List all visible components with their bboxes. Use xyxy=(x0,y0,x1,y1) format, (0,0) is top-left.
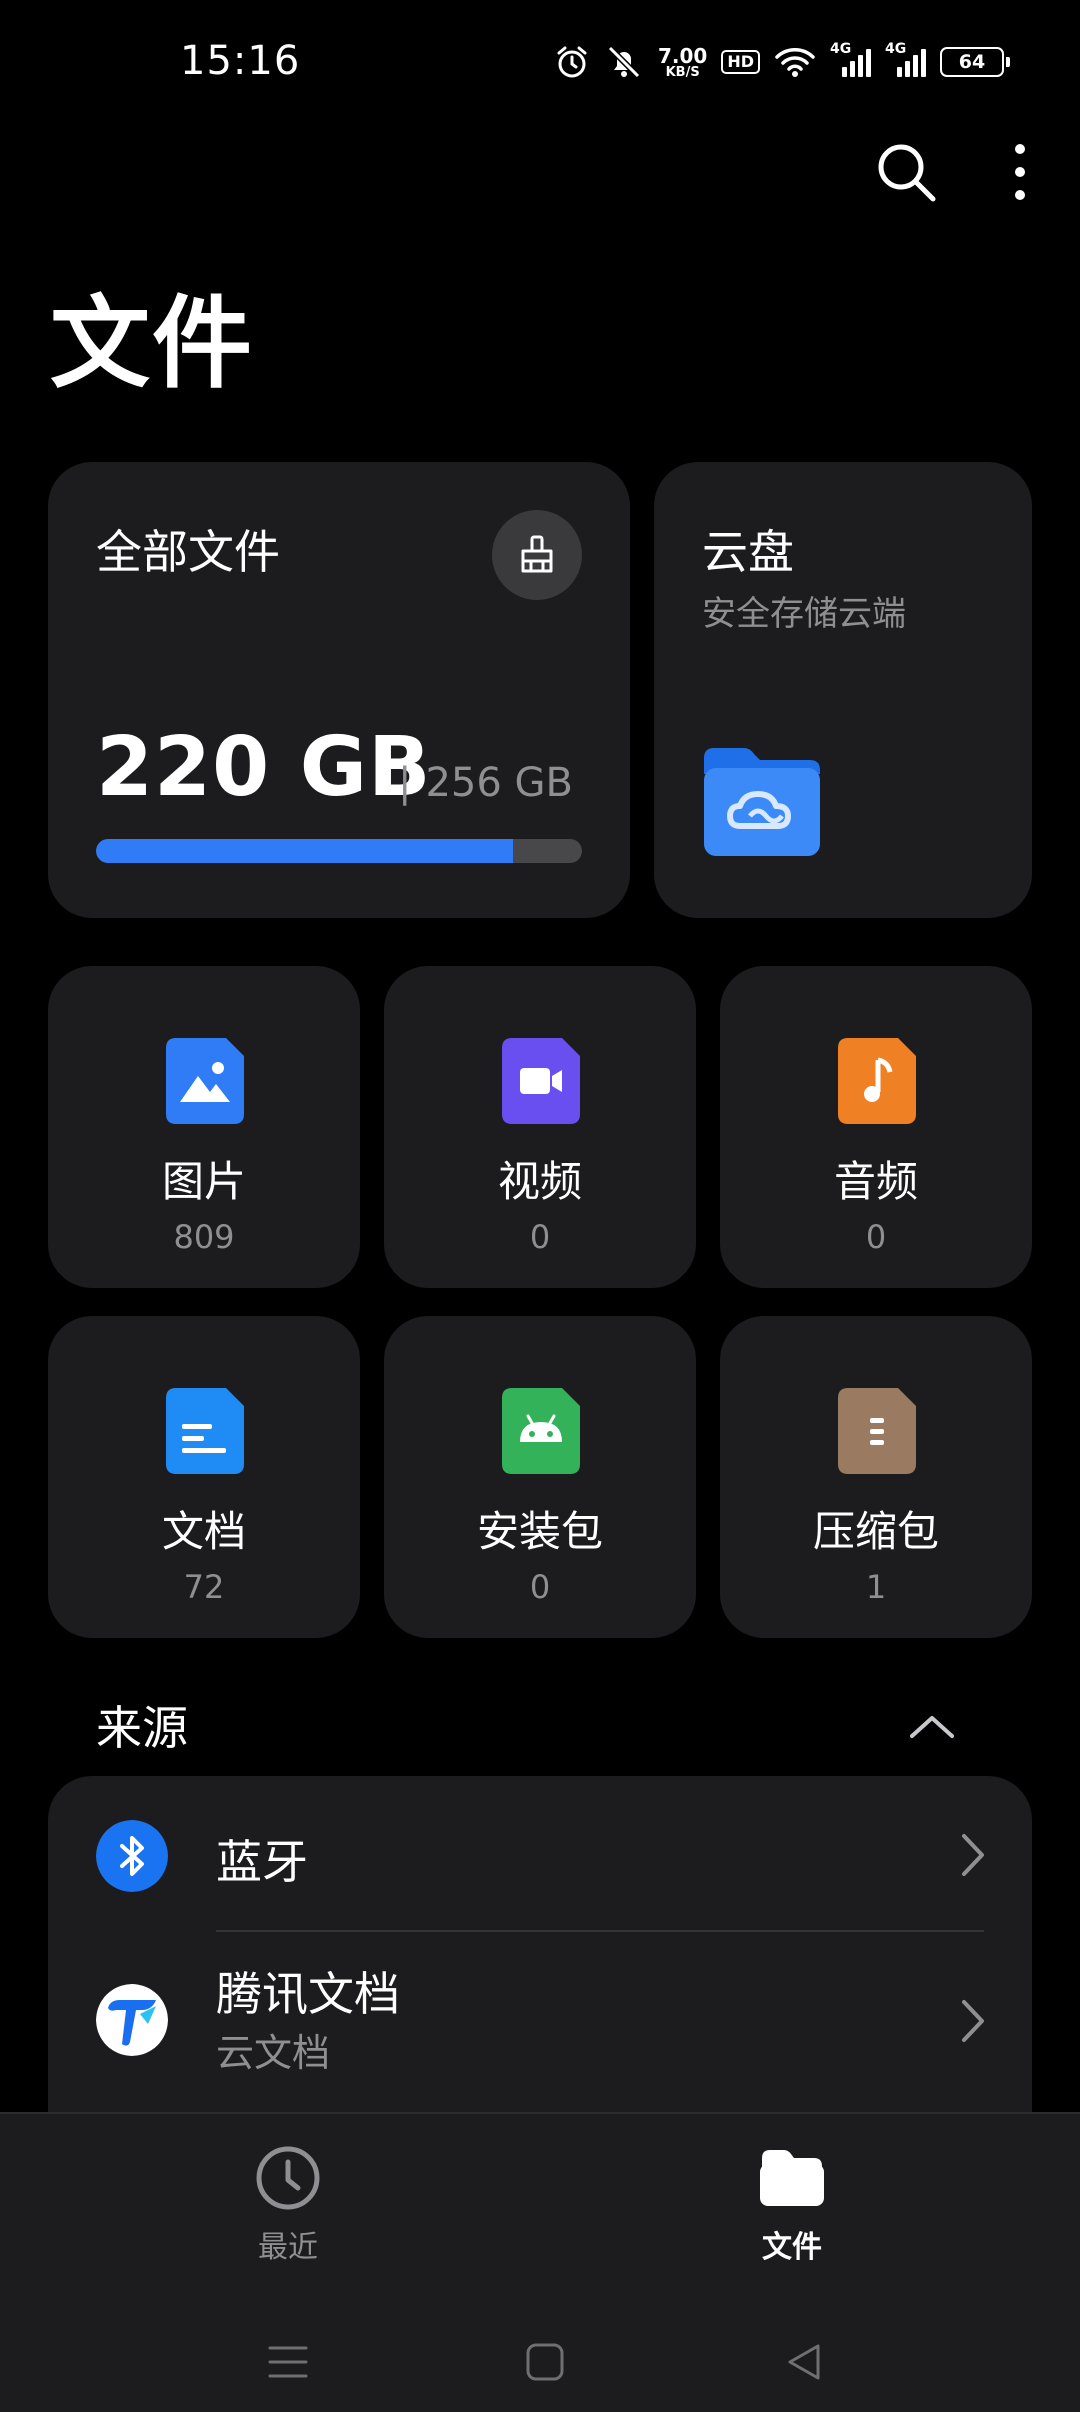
storage-progress-bar xyxy=(96,839,582,863)
source-item-bluetooth[interactable]: 蓝牙 xyxy=(48,1776,1032,1932)
category-count: 0 xyxy=(529,1218,551,1256)
net-speed: 7.00 KB/S xyxy=(658,46,707,79)
page-title: 文件 xyxy=(50,285,254,402)
signal-2-label: 4G xyxy=(885,41,907,57)
storage-separator: | xyxy=(398,760,412,806)
category-count: 1 xyxy=(865,1568,887,1606)
system-home-button[interactable] xyxy=(515,2332,575,2392)
storage-total: 256 GB xyxy=(425,760,573,806)
storage-progress-fill xyxy=(96,839,514,863)
category-apks[interactable]: 安装包 0 xyxy=(384,1316,696,1638)
bluetooth-icon xyxy=(96,1820,168,1892)
storage-used: 220 GB xyxy=(96,720,432,815)
status-time: 15:16 xyxy=(180,38,301,84)
top-actions xyxy=(870,136,1040,208)
cloud-folder-icon xyxy=(704,748,820,856)
more-options-button[interactable] xyxy=(1000,136,1040,208)
net-speed-unit: KB/S xyxy=(665,64,700,80)
tencent-docs-icon xyxy=(96,1984,168,2056)
category-count: 809 xyxy=(173,1218,235,1256)
source-label: 腾讯文档 xyxy=(216,1967,400,2021)
sources-heading: 来源 xyxy=(96,1701,188,1755)
battery-icon: 64 xyxy=(940,47,1010,77)
clean-up-button[interactable] xyxy=(492,510,582,600)
image-icon xyxy=(166,1038,244,1124)
net-speed-value: 7.00 xyxy=(657,43,708,68)
system-back-button[interactable] xyxy=(774,2332,834,2392)
source-sublabel: 云文档 xyxy=(216,2031,331,2075)
category-images[interactable]: 图片 809 xyxy=(48,966,360,1288)
status-bar: 15:16 7.00 KB/S HD 4G 4G 64 xyxy=(0,0,1080,128)
all-files-title: 全部文件 xyxy=(96,525,280,579)
category-name: 安装包 xyxy=(476,1507,603,1556)
document-icon xyxy=(166,1388,244,1474)
chevron-right-icon xyxy=(962,1834,984,1876)
cloud-drive-card[interactable]: 云盘 安全存储云端 xyxy=(654,462,1032,918)
category-archives[interactable]: 压缩包 1 xyxy=(720,1316,1032,1638)
system-menu-button[interactable] xyxy=(258,2332,318,2392)
divider xyxy=(216,1930,984,1932)
chevron-up-icon xyxy=(910,1716,954,1738)
category-count: 0 xyxy=(529,1568,551,1606)
category-name: 音频 xyxy=(833,1157,918,1206)
bottom-navigation: 最近 文件 xyxy=(0,2112,1080,2412)
source-item-tencent-docs[interactable]: 腾讯文档 云文档 xyxy=(48,1934,1032,2114)
category-documents[interactable]: 文档 72 xyxy=(48,1316,360,1638)
category-audio[interactable]: 音频 0 xyxy=(720,966,1032,1288)
music-icon xyxy=(838,1038,916,1124)
chevron-right-icon xyxy=(962,2000,984,2042)
tab-label: 文件 xyxy=(762,2230,822,2265)
sources-collapse-button[interactable] xyxy=(900,1700,964,1752)
category-name: 图片 xyxy=(161,1157,246,1206)
cloud-subtitle: 安全存储云端 xyxy=(702,594,906,634)
tab-label: 最近 xyxy=(258,2230,318,2265)
clock-icon xyxy=(256,2146,320,2210)
status-icons: 7.00 KB/S HD 4G 4G 64 xyxy=(554,41,1010,82)
folder-icon xyxy=(760,2150,824,2206)
android-icon xyxy=(502,1388,580,1474)
back-triangle-icon xyxy=(788,2344,820,2380)
all-files-card[interactable]: 全部文件 220 GB | 256 GB xyxy=(48,462,630,918)
category-count: 0 xyxy=(865,1218,887,1256)
search-icon xyxy=(878,144,936,202)
category-name: 压缩包 xyxy=(812,1507,939,1556)
signal-2-icon: 4G xyxy=(885,41,926,77)
tab-files[interactable]: 文件 xyxy=(692,2144,892,2266)
category-name: 文档 xyxy=(161,1507,246,1556)
more-vertical-icon xyxy=(1015,144,1025,200)
battery-level: 64 xyxy=(958,51,986,73)
menu-icon xyxy=(268,2346,308,2378)
alarm-icon xyxy=(557,46,587,78)
home-square-icon xyxy=(526,2343,564,2381)
video-icon xyxy=(502,1038,580,1124)
tab-recent[interactable]: 最近 xyxy=(188,2144,388,2266)
search-button[interactable] xyxy=(870,136,942,208)
category-name: 视频 xyxy=(497,1157,582,1206)
storage-total-wrap: | 256 GB xyxy=(398,760,573,806)
signal-1-label: 4G xyxy=(830,41,852,57)
source-label: 蓝牙 xyxy=(216,1835,308,1889)
category-videos[interactable]: 视频 0 xyxy=(384,966,696,1288)
hd-badge: HD xyxy=(721,50,760,74)
archive-icon xyxy=(838,1388,916,1474)
category-count: 72 xyxy=(183,1568,225,1606)
cloud-title: 云盘 xyxy=(702,525,794,579)
wifi-icon xyxy=(775,48,815,77)
mute-bell-icon xyxy=(607,45,641,79)
broom-icon xyxy=(521,535,553,573)
signal-1-icon: 4G xyxy=(830,41,871,77)
